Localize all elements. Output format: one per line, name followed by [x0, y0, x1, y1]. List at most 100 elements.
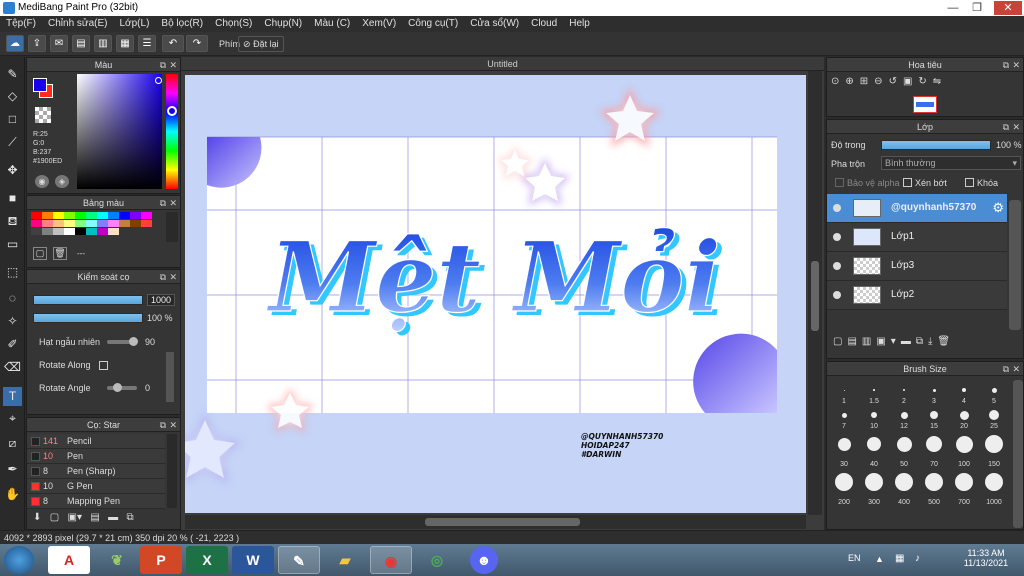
menu-help[interactable]: Help	[563, 16, 596, 32]
undock-icon[interactable]: ⧉	[1003, 362, 1009, 376]
powerpoint-icon[interactable]: P	[140, 546, 182, 574]
brush-size-option[interactable]: 3	[919, 380, 949, 405]
palette-swatch[interactable]	[86, 220, 97, 227]
menu-cloud[interactable]: Cloud	[525, 16, 563, 32]
select-eraser-icon[interactable]: ⌫	[3, 358, 22, 377]
menu-file[interactable]: Tệp(F)	[0, 16, 42, 32]
move-tool-icon[interactable]: ✥	[3, 161, 22, 180]
brush-control-scrollbar[interactable]	[166, 352, 174, 402]
close-panel-icon[interactable]: ✕	[1012, 120, 1020, 134]
rotate-right-icon[interactable]: ↻	[918, 76, 932, 87]
brush-size-slider[interactable]	[33, 295, 143, 305]
visibility-icon[interactable]	[833, 291, 841, 299]
hue-slider[interactable]	[166, 74, 178, 189]
brush-size-option[interactable]: 2	[889, 380, 919, 405]
brush-size-option[interactable]: 1000	[979, 468, 1009, 506]
palette-swatch[interactable]	[31, 220, 42, 227]
brush-settings-icon[interactable]: ▤	[90, 512, 99, 523]
brush-size-option[interactable]: 4	[949, 380, 979, 405]
new-layer-icon[interactable]: ▢	[833, 336, 847, 347]
zoom-fit-icon[interactable]: ⊙	[831, 76, 845, 87]
palette-swatch[interactable]	[53, 220, 64, 227]
layer-row[interactable]: Lớp1	[827, 223, 1007, 252]
brush-size-option[interactable]: 200	[829, 468, 859, 506]
close-panel-icon[interactable]: ✕	[169, 270, 177, 284]
palette-swatch[interactable]	[130, 220, 141, 227]
alpha-protect-checkbox[interactable]	[835, 178, 844, 187]
lasso-icon[interactable]: ◌	[3, 289, 22, 308]
chrome-icon[interactable]: ◎	[416, 546, 458, 574]
layer-row[interactable]: Lớp2	[827, 281, 1007, 310]
layer-row[interactable]: Lớp3	[827, 252, 1007, 281]
brush-size-option[interactable]: 40	[859, 430, 889, 468]
brush-item-pencil[interactable]: 141 Pencil	[27, 434, 165, 449]
palette-swatch[interactable]	[64, 220, 75, 227]
redo-icon[interactable]: ↷	[186, 35, 208, 52]
close-panel-icon[interactable]: ✕	[169, 418, 177, 432]
maximize-button[interactable]: ❐	[966, 1, 988, 15]
jitter-slider[interactable]	[107, 337, 138, 346]
palette-swatch[interactable]	[86, 228, 97, 235]
document-icon[interactable]: ▤	[72, 35, 90, 52]
palette-swatch[interactable]	[97, 212, 108, 219]
menu-color[interactable]: Màu (C)	[308, 16, 356, 32]
visibility-icon[interactable]	[833, 262, 841, 270]
minimize-button[interactable]: —	[942, 1, 964, 15]
excel-icon[interactable]: X	[186, 546, 228, 574]
brush-size-option[interactable]: 12	[889, 405, 919, 430]
sv-cursor[interactable]	[155, 77, 162, 84]
hue-cursor[interactable]	[167, 106, 177, 116]
brush-size-option[interactable]: 500	[919, 468, 949, 506]
brush-tool-icon[interactable]: ✎	[3, 65, 22, 84]
canvas-horizontal-scrollbar[interactable]	[185, 515, 806, 529]
list-icon[interactable]: ☰	[138, 35, 156, 52]
undo-icon[interactable]: ↶	[162, 35, 184, 52]
magic-wand-icon[interactable]: ✧	[3, 312, 22, 331]
brush-size-scrollbar[interactable]	[1013, 380, 1023, 528]
zoom-actual-icon[interactable]: ⊞	[860, 76, 874, 87]
text-tool-icon[interactable]: T	[3, 387, 22, 406]
fit-window-icon[interactable]: ▣	[903, 76, 918, 87]
zoom-out-icon[interactable]: ⊖	[874, 76, 888, 87]
blend-mode-select[interactable]: Bình thường ▾	[881, 156, 1021, 170]
palette-swatch[interactable]	[108, 220, 119, 227]
menu-select[interactable]: Chọn(S)	[209, 16, 258, 32]
brush-size-option[interactable]: 15	[919, 405, 949, 430]
brush-size-option[interactable]: 30	[829, 430, 859, 468]
canvas-tab[interactable]: Untitled	[181, 57, 824, 71]
palette-swatch[interactable]	[75, 212, 86, 219]
brush-size-value[interactable]: 1000	[147, 294, 175, 306]
palette-swatch[interactable]	[75, 220, 86, 227]
page-icon[interactable]: ▥	[94, 35, 112, 52]
select-pen-icon[interactable]: ✐	[3, 335, 22, 354]
gear-icon[interactable]: ⚙	[992, 200, 1004, 216]
horizontal-scroll-thumb[interactable]	[425, 518, 580, 526]
select-rect-icon[interactable]: ⬚	[3, 263, 22, 282]
brush-copy-icon[interactable]: ⧉	[126, 512, 133, 523]
menu-edit[interactable]: Chỉnh sửa(E)	[42, 16, 114, 32]
layer-row[interactable]: @quynhanh57370 ⚙	[827, 194, 1007, 223]
brush-size-option[interactable]: 20	[949, 405, 979, 430]
rotate-angle-thumb[interactable]	[113, 383, 122, 392]
folder-icon[interactable]: ▰	[324, 546, 366, 574]
palette-swatch[interactable]	[141, 212, 152, 219]
eyedropper-icon[interactable]: ✒	[3, 460, 22, 479]
brush-size-option[interactable]: 1.5	[859, 380, 889, 405]
foreground-color-swatch[interactable]	[33, 78, 47, 92]
medibang-icon[interactable]: ◉	[370, 546, 412, 574]
close-panel-icon[interactable]: ✕	[1012, 362, 1020, 376]
brush-opacity-value[interactable]: 100 %	[147, 313, 173, 323]
brush-item-g-pen[interactable]: 10 G Pen	[27, 479, 165, 494]
menu-snap[interactable]: Chụp(N)	[258, 16, 308, 32]
close-panel-icon[interactable]: ✕	[169, 58, 177, 72]
new-8bit-layer-icon[interactable]: ▥	[862, 336, 876, 347]
volume-icon[interactable]: ♪	[915, 553, 920, 564]
share-icon[interactable]: ⇪	[28, 35, 46, 52]
undock-icon[interactable]: ⧉	[1003, 120, 1009, 134]
jitter-slider-thumb[interactable]	[129, 337, 138, 346]
new-halftone-layer-icon[interactable]: ▤	[847, 336, 861, 347]
start-button[interactable]	[4, 546, 34, 574]
saturation-value-picker[interactable]	[77, 74, 162, 189]
palette-swatch[interactable]	[42, 212, 53, 219]
brush-item-pen[interactable]: 10 Pen	[27, 449, 165, 464]
